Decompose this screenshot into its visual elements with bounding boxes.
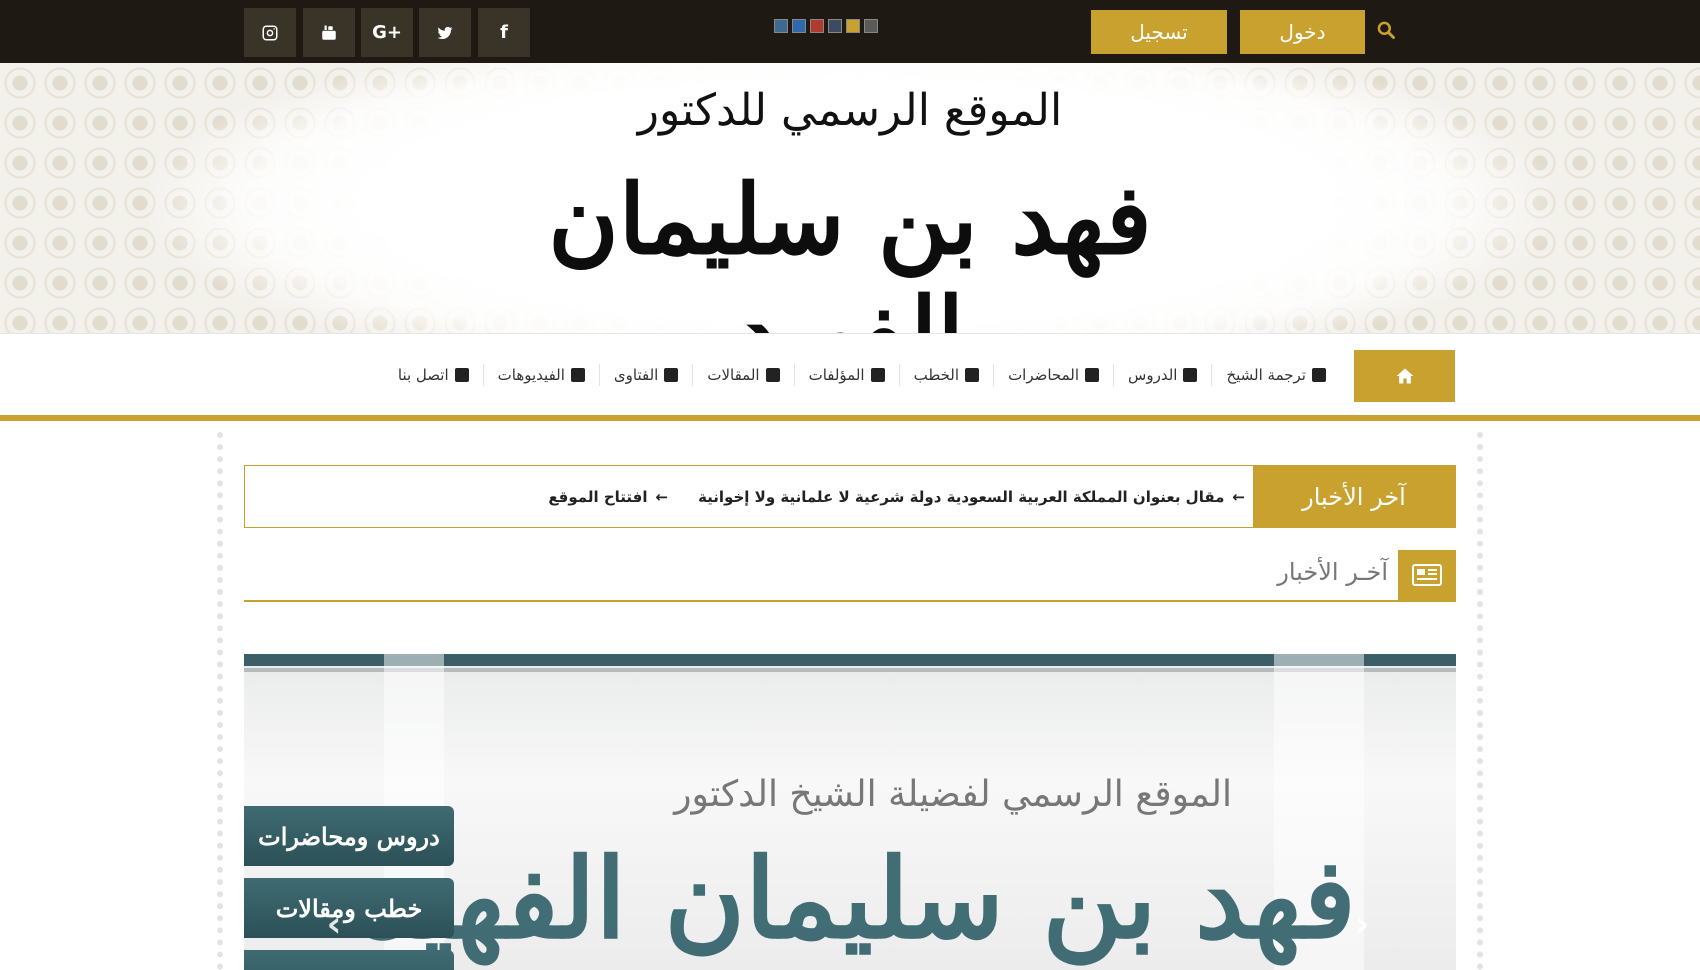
book-icon bbox=[870, 368, 885, 382]
folder-open-icon bbox=[1183, 368, 1198, 382]
site-subtitle: الموقع الرسمي للدكتور bbox=[637, 85, 1063, 136]
slide-tab[interactable] bbox=[244, 950, 454, 970]
nav-item-contact[interactable]: اتصل بنا bbox=[384, 364, 483, 386]
home-button[interactable] bbox=[1354, 350, 1455, 402]
nav-divider bbox=[0, 415, 1700, 421]
nav-item-lessons[interactable]: الدروس bbox=[1113, 364, 1211, 386]
facebook-icon[interactable]: f bbox=[478, 8, 530, 57]
ticker-label: آخر الأخبار bbox=[1253, 466, 1455, 527]
home-icon bbox=[1396, 368, 1413, 384]
user-book-icon bbox=[1312, 368, 1326, 382]
nav-item-articles[interactable]: المقالات bbox=[692, 364, 793, 386]
login-button[interactable]: دخول bbox=[1240, 10, 1365, 54]
arrow-left-icon: ← bbox=[655, 487, 669, 506]
instagram-icon[interactable] bbox=[244, 8, 296, 57]
section-title: آخـر الأخبار bbox=[1277, 558, 1388, 586]
theme-swatch[interactable] bbox=[792, 19, 806, 33]
latest-news-heading: آخـر الأخبار bbox=[244, 548, 1456, 602]
theme-swatch[interactable] bbox=[828, 19, 842, 33]
google-plus-icon[interactable]: G+ bbox=[361, 8, 413, 57]
slide-tab[interactable]: دروس ومحاضرات bbox=[244, 806, 454, 866]
edit-icon bbox=[765, 368, 780, 382]
register-button[interactable]: تسجيل bbox=[1091, 10, 1227, 54]
nav-item-videos[interactable]: الفيديوهات bbox=[482, 364, 599, 386]
nav-menu: ترجمة الشيخ الدروس المحاضرات الخطب المؤل… bbox=[384, 360, 1340, 390]
chevron-right-icon[interactable]: › bbox=[1347, 904, 1377, 945]
tags-icon bbox=[1085, 368, 1100, 382]
news-ticker: آخر الأخبار ← مقال بعنوان المملكة العربي… bbox=[244, 465, 1456, 528]
search-icon[interactable] bbox=[1376, 20, 1398, 42]
nav-item-fatwas[interactable]: الفتاوى bbox=[598, 364, 692, 386]
nav-item-sermons[interactable]: الخطب bbox=[898, 364, 993, 386]
video-camera-icon bbox=[570, 368, 585, 382]
top-bar: G+ f تسجيل دخول bbox=[0, 0, 1700, 63]
theme-swatch[interactable] bbox=[774, 19, 788, 33]
twitter-icon[interactable] bbox=[419, 8, 471, 57]
leaf-icon bbox=[965, 368, 980, 382]
slide-subtitle: الموقع الرسمي لفضيلة الشيخ الدكتور bbox=[674, 774, 1232, 815]
nav-item-biography[interactable]: ترجمة الشيخ bbox=[1211, 364, 1340, 386]
slide-title: فهد بن سليمان الفهيد bbox=[364, 834, 1356, 963]
ticker-item[interactable]: ← افتتاح الموقع bbox=[548, 488, 668, 506]
envelope-icon bbox=[454, 368, 469, 382]
youtube-icon[interactable] bbox=[303, 8, 355, 57]
theme-swatch[interactable] bbox=[810, 19, 824, 33]
slide-tab[interactable]: خطب ومقالات bbox=[244, 878, 454, 938]
comments-icon bbox=[664, 368, 679, 382]
color-theme-switcher bbox=[774, 19, 878, 33]
ticker-item[interactable]: ← مقال بعنوان المملكة العربية السعودية د… bbox=[698, 488, 1245, 506]
chevron-left-icon[interactable]: ‹ bbox=[319, 904, 349, 945]
nav-item-books[interactable]: المؤلفات bbox=[793, 364, 899, 386]
nav-item-lectures[interactable]: المحاضرات bbox=[993, 364, 1113, 386]
ticker-items: ← مقال بعنوان المملكة العربية السعودية د… bbox=[245, 466, 1245, 527]
site-title[interactable]: فهد بن سليمان الفهيد bbox=[500, 163, 1200, 333]
theme-swatch[interactable] bbox=[864, 19, 878, 33]
newspaper-icon bbox=[1398, 550, 1456, 600]
image-slider: الموقع الرسمي لفضيلة الشيخ الدكتور فهد ب… bbox=[244, 654, 1456, 970]
header-banner: الموقع الرسمي للدكتور فهد بن سليمان الفه… bbox=[0, 63, 1700, 333]
arrow-left-icon: ← bbox=[1232, 487, 1245, 506]
theme-swatch[interactable] bbox=[846, 19, 860, 33]
